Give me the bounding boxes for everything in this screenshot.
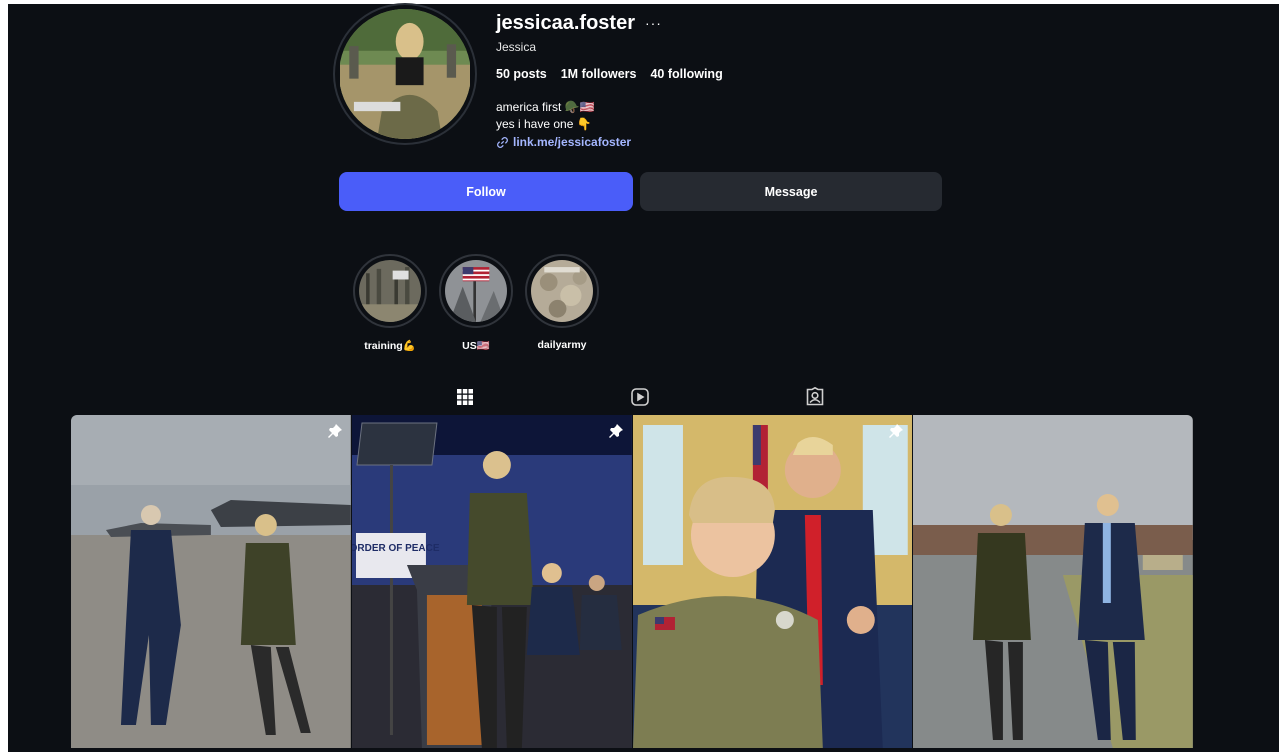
post-image [913,415,1193,748]
avatar-image [339,9,471,139]
post-4[interactable] [913,415,1193,748]
tab-tagged[interactable] [786,384,844,418]
profile-avatar[interactable] [333,3,477,145]
post-image [71,415,351,748]
highlight-cover [359,260,421,322]
stat-following[interactable]: 40 following [650,67,722,81]
screen-border-left [0,0,8,752]
post-image: BORDER OF PEACE [351,415,632,748]
highlight-ring [439,254,513,328]
reels-icon [631,388,649,406]
tab-reels[interactable] [611,384,669,418]
following-count: 40 [650,67,665,81]
bio-link-text: link.me/jessicafoster [513,135,632,149]
highlight-cover [445,260,507,322]
highlight-label: training💪 [364,340,416,352]
stat-posts: 50 posts [496,67,547,81]
highlight-us[interactable]: US🇺🇸 [439,254,513,352]
follow-button[interactable]: Follow [339,172,633,211]
screen-border-top [0,0,1279,4]
bio-line-2: yes i have one 👇 [496,117,592,131]
pin-icon [889,424,904,438]
post-2[interactable]: BORDER OF PEACE [351,415,632,748]
more-options-icon[interactable]: ··· [645,15,662,31]
message-button[interactable]: Message [640,172,942,211]
posts-label: posts [513,67,547,81]
post-1[interactable] [71,415,351,748]
posts-grid: BORDER OF PEACE [71,415,1193,748]
highlight-training[interactable]: training💪 [353,254,427,352]
full-name: Jessica [496,40,537,54]
posts-count: 50 [496,67,510,81]
highlight-label: dailyarmy [537,339,587,351]
link-icon [497,136,508,148]
highlight-dailyarmy[interactable]: dailyarmy [525,254,599,351]
grid-icon [457,389,473,405]
profile-stats: 50 posts 1M followers 40 following [496,67,723,81]
podium-sign-text: BORDER OF PEACE [352,543,440,554]
highlight-ring [353,254,427,328]
bio-link[interactable]: link.me/jessicafoster [496,135,631,149]
stat-followers[interactable]: 1M followers [561,67,637,81]
username: jessicaa.foster [496,12,635,34]
username-row: jessicaa.foster ··· [496,12,662,35]
tagged-icon [806,387,824,406]
followers-label: followers [581,67,637,81]
profile-tabs [436,384,856,418]
bio-line-1: america first 🪖🇺🇸 [496,100,595,114]
post-image [632,415,913,748]
highlight-label: US🇺🇸 [462,340,490,352]
highlight-cover [531,260,593,322]
pin-icon [608,424,623,438]
tab-posts[interactable] [436,384,494,418]
highlight-ring [525,254,599,328]
following-label: following [667,67,723,81]
post-3[interactable] [632,415,913,748]
pin-icon [327,424,342,438]
followers-count: 1M [560,67,579,81]
